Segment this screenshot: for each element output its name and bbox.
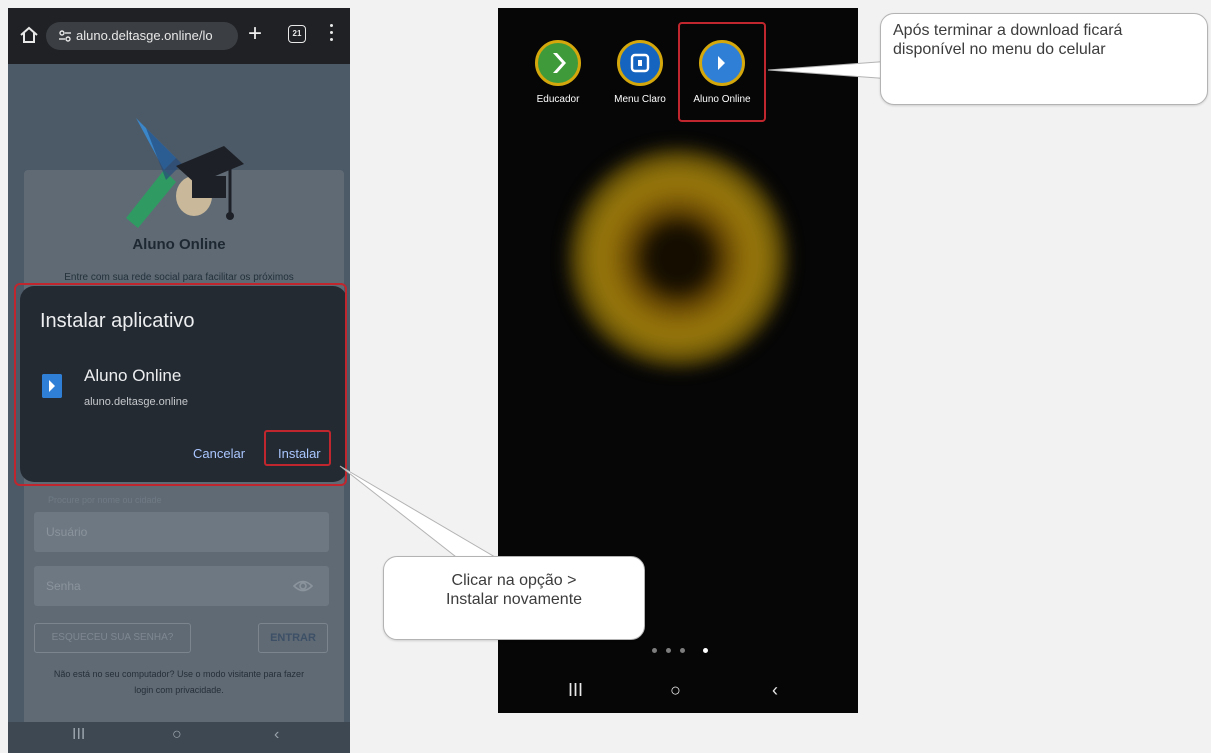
callout-install-line1: Clicar na opção > (451, 572, 577, 589)
callout-install-line2: Instalar novamente (445, 591, 583, 608)
callout-pointers (339, 59, 906, 561)
callout-download-info: Após terminar a download ficará disponív… (880, 13, 1208, 105)
callout-install-instruction: Clicar na opção > Instalar novamente (383, 556, 645, 640)
callout-bottom-pointer (339, 465, 502, 561)
